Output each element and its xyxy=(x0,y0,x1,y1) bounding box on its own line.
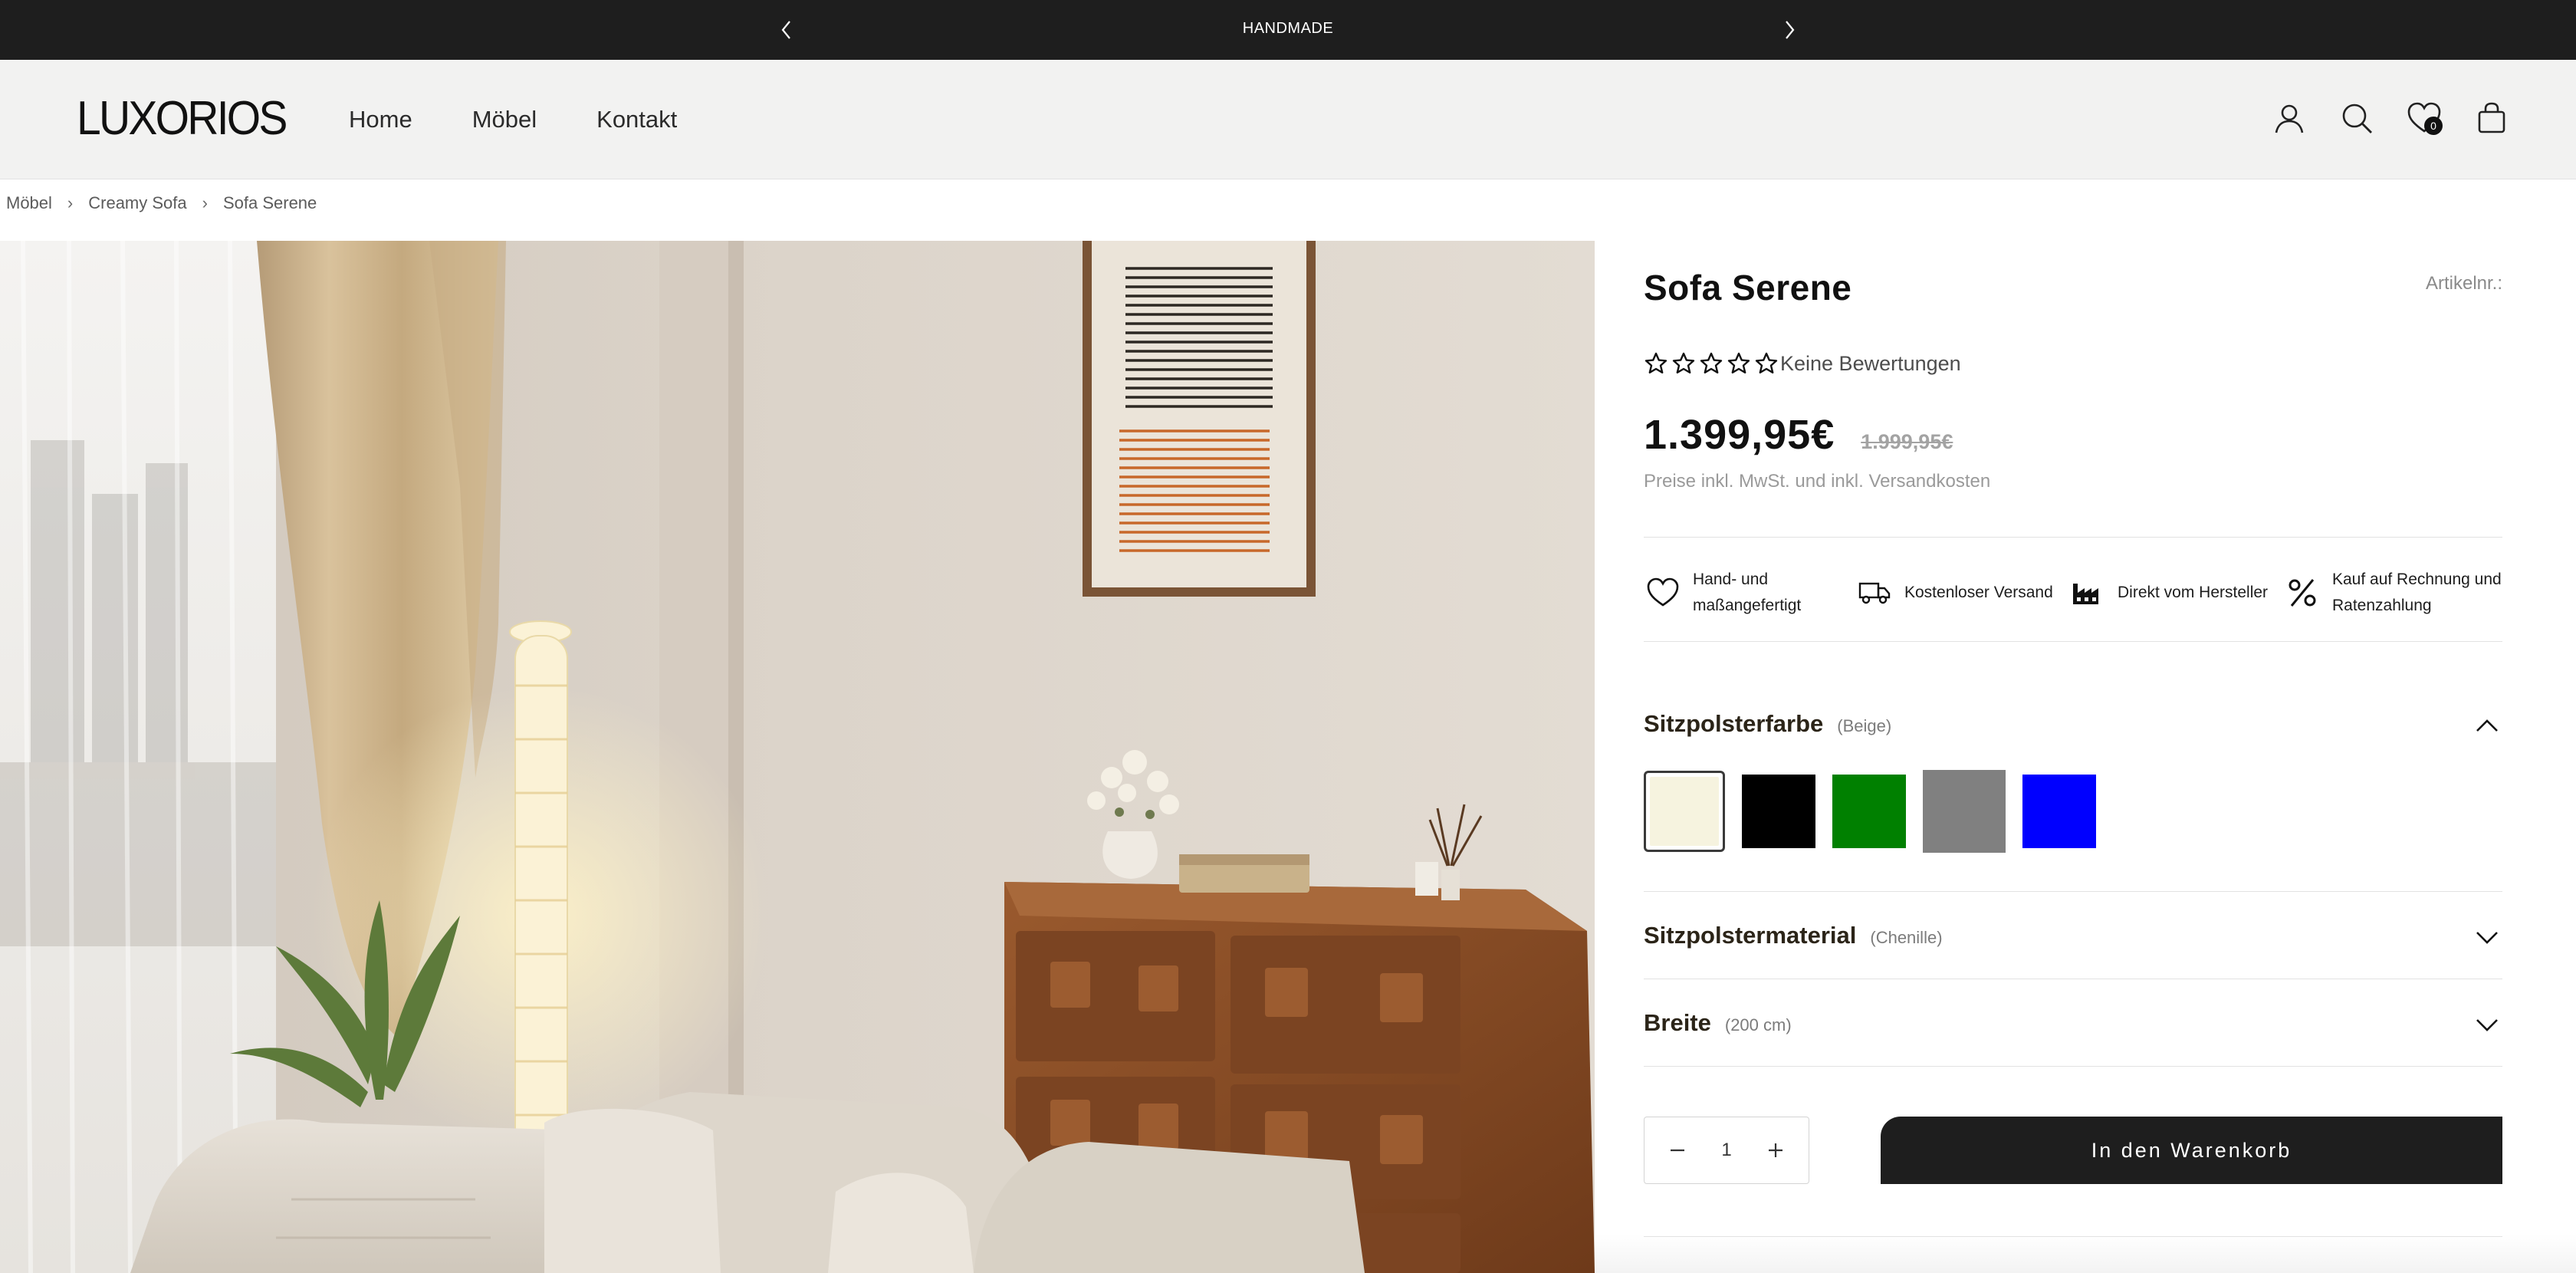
quantity-value[interactable]: 1 xyxy=(1721,1140,1731,1161)
quantity-increase-button[interactable] xyxy=(1763,1137,1789,1163)
chevron-down-icon[interactable] xyxy=(2472,922,2502,952)
star-icon xyxy=(1727,352,1750,373)
star-icon xyxy=(1672,352,1695,373)
minus-icon xyxy=(1671,1149,1684,1152)
account-button[interactable] xyxy=(2271,100,2308,137)
quantity-stepper: 1 xyxy=(1644,1117,1809,1184)
rating[interactable]: Keine Bewertungen xyxy=(1644,351,1961,376)
option-width[interactable]: Breite (200 cm) xyxy=(1644,1009,2502,1037)
product-photo xyxy=(0,241,1595,1273)
swatch-black[interactable] xyxy=(1742,775,1815,848)
chevron-right-icon: › xyxy=(67,193,74,212)
announcement-bar: HANDMADE xyxy=(0,0,2576,60)
product-image[interactable] xyxy=(0,241,1595,1273)
bag-icon xyxy=(2478,102,2505,133)
nav-kontakt[interactable]: Kontakt xyxy=(596,106,677,133)
swatch-blue[interactable] xyxy=(2022,775,2096,848)
logo[interactable]: LUXORIOS xyxy=(77,95,288,143)
announcement-next-button[interactable] xyxy=(1774,15,1805,45)
feature-text: Kostenloser Versand xyxy=(1904,584,2053,601)
breadcrumb-creamy-sofa[interactable]: Creamy Sofa xyxy=(88,193,186,213)
plus-icon xyxy=(1768,1143,1783,1157)
announcement-text: HANDMADE xyxy=(1242,20,1334,37)
heart-icon xyxy=(1644,574,1682,612)
main-nav: Home Möbel Kontakt xyxy=(349,106,677,133)
option-value: (Beige) xyxy=(1837,716,1892,735)
add-to-cart-button[interactable]: In den Warenkorb xyxy=(1881,1117,2502,1184)
rating-label: Keine Bewertungen xyxy=(1780,351,1961,375)
chevron-down-icon[interactable] xyxy=(2472,1009,2502,1040)
product-title: Sofa Serene xyxy=(1644,268,1852,308)
nav-moebel[interactable]: Möbel xyxy=(472,106,537,133)
price-note: Preise inkl. MwSt. und inkl. Versandkost… xyxy=(1644,471,1991,492)
cart-button[interactable] xyxy=(2473,100,2510,137)
price-row: 1.399,95€ 1.999,95€ xyxy=(1644,411,1953,459)
breadcrumb-moebel[interactable]: Möbel xyxy=(6,193,52,213)
factory-icon xyxy=(2068,574,2107,612)
divider xyxy=(1644,1066,2502,1067)
percent-icon xyxy=(2283,574,2321,612)
option-seat-color[interactable]: Sitzpolsterfarbe (Beige) xyxy=(1644,710,2502,738)
feature-manufacturer: Direkt vom Hersteller xyxy=(2068,566,2268,620)
feature-handmade: Hand- und maßangefertigt xyxy=(1644,566,1808,620)
user-icon xyxy=(2275,104,2304,133)
feature-text: Direkt vom Hersteller xyxy=(2118,584,2269,601)
feature-payment: Kauf auf Rechnung und Ratenzahlung xyxy=(2283,566,2513,620)
swatch-beige[interactable] xyxy=(1644,771,1725,852)
breadcrumb-current: Sofa Serene xyxy=(222,193,317,212)
chevron-right-icon xyxy=(1786,21,1795,39)
sku-label: Artikelnr.: xyxy=(2425,273,2502,294)
quantity-decrease-button[interactable] xyxy=(1664,1137,1691,1163)
option-name: Breite xyxy=(1644,1009,1711,1036)
bottom-fade xyxy=(1595,1235,2576,1273)
nav-home[interactable]: Home xyxy=(349,106,412,133)
wishlist-button[interactable]: 0 xyxy=(2406,100,2443,137)
option-name: Sitzpolsterfarbe xyxy=(1644,710,1824,737)
star-icon xyxy=(1644,352,1668,373)
truck-icon xyxy=(1855,574,1894,612)
color-swatches xyxy=(1644,770,2096,853)
sale-price: 1.399,95€ xyxy=(1644,412,1835,458)
swatch-gray[interactable] xyxy=(1923,770,2006,853)
usp-features: Hand- und maßangefertigt Kostenloser Ver… xyxy=(1644,566,2502,620)
search-icon xyxy=(2342,104,2372,133)
site-header: LUXORIOS Home Möbel Kontakt 0 xyxy=(0,60,2576,179)
divider xyxy=(1644,891,2502,892)
chevron-up-icon[interactable] xyxy=(2472,710,2502,741)
divider xyxy=(1644,537,2502,538)
option-value: (Chenille) xyxy=(1870,928,1943,947)
star-icon xyxy=(1755,352,1778,373)
feature-text: Hand- und maßangefertigt xyxy=(1693,571,1802,614)
breadcrumb: Möbel › Creamy Sofa › Sofa Serene xyxy=(6,193,317,213)
header-actions: 0 xyxy=(2271,100,2510,137)
swatch-green[interactable] xyxy=(1832,775,1906,848)
feature-shipping: Kostenloser Versand xyxy=(1855,566,2053,620)
feature-text: Kauf auf Rechnung und Ratenzahlung xyxy=(2332,571,2502,614)
original-price: 1.999,95€ xyxy=(1861,430,1953,453)
option-value: (200 cm) xyxy=(1724,1015,1792,1035)
search-button[interactable] xyxy=(2338,100,2375,137)
star-icon xyxy=(1700,352,1723,373)
option-name: Sitzpolstermaterial xyxy=(1644,922,1857,949)
rating-stars xyxy=(1644,351,1779,376)
wishlist-count-badge: 0 xyxy=(2424,117,2443,135)
option-seat-material[interactable]: Sitzpolstermaterial (Chenille) xyxy=(1644,922,2502,949)
chevron-right-icon: › xyxy=(202,193,208,212)
divider xyxy=(1644,641,2502,642)
